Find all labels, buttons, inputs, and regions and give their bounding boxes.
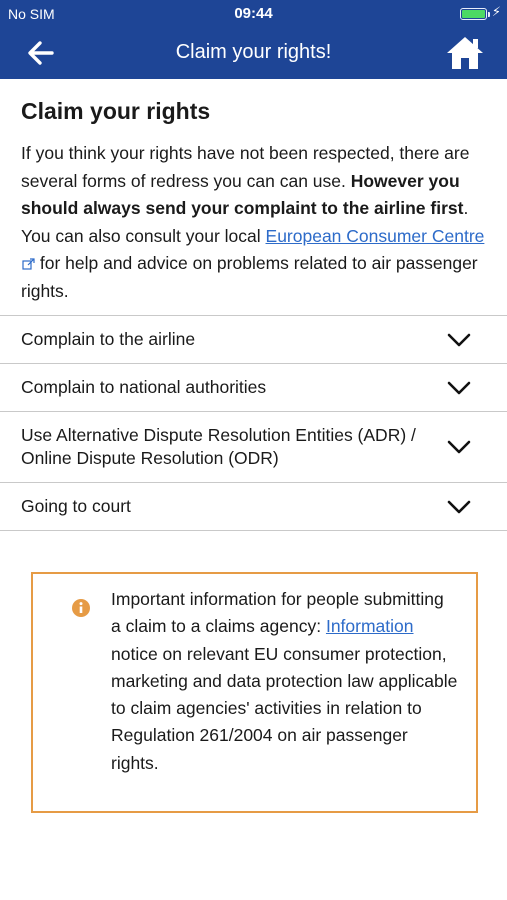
european-consumer-centre-link[interactable]: European Consumer Centre <box>266 226 485 246</box>
status-bar: No SIM 09:44 ⚡︎ <box>0 0 507 28</box>
charging-icon: ⚡︎ <box>491 4 501 19</box>
external-link-icon <box>22 258 35 270</box>
nav-bar: Claim your rights! <box>0 28 507 79</box>
information-link[interactable]: Information <box>326 616 414 636</box>
page-title: Claim your rights <box>21 98 211 124</box>
chevron-down-icon <box>447 333 471 346</box>
claims-agency-notice: Important information for people submitt… <box>31 572 478 813</box>
main-content: Claim your rights If you think your righ… <box>0 79 507 813</box>
intro-paragraph: If you think your rights have not been r… <box>21 143 485 301</box>
info-icon <box>72 599 90 617</box>
clock: 09:44 <box>234 5 273 22</box>
notice-text: Important information for people submitt… <box>111 589 458 773</box>
accordion-item-adr-odr[interactable]: Use Alternative Dispute Resolution Entit… <box>0 412 507 483</box>
accordion-item-national-authorities[interactable]: Complain to national authorities <box>0 364 507 412</box>
chevron-down-icon <box>447 440 471 454</box>
redress-accordion: Complain to the airline Complain to nati… <box>0 315 507 531</box>
accordion-item-airline[interactable]: Complain to the airline <box>0 316 507 364</box>
chevron-down-icon <box>447 381 471 394</box>
chevron-down-icon <box>447 500 471 513</box>
accordion-item-going-to-court[interactable]: Going to court <box>0 483 507 531</box>
screen-title: Claim your rights! <box>175 41 332 63</box>
home-icon[interactable] <box>446 35 484 71</box>
battery-icon <box>460 8 490 20</box>
